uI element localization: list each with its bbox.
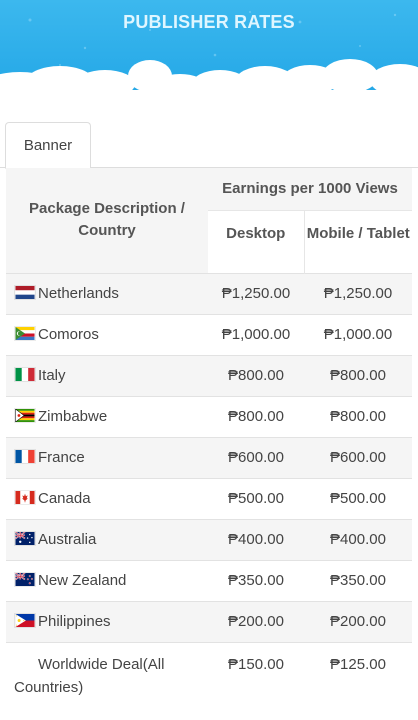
table-row: France ₱600.00 ₱600.00 <box>6 437 412 478</box>
country-name: Netherlands <box>38 285 119 302</box>
desktop-rate: ₱150.00 <box>228 655 284 673</box>
column-header-desktop: Desktop <box>208 209 304 273</box>
column-header-mobile: Mobile / Tablet <box>303 209 412 273</box>
country-name: New Zealand <box>38 572 127 589</box>
canada-flag-icon <box>14 490 36 505</box>
zimbabwe-flag-icon <box>14 408 36 423</box>
rates-table: Package Description / Country Earnings p… <box>6 168 412 700</box>
country-name: Italy <box>38 367 66 384</box>
country-name: France <box>38 449 85 466</box>
table-row: Zimbabwe ₱800.00 ₱800.00 <box>6 396 412 437</box>
table-row: New Zealand ₱350.00 ₱350.00 <box>6 560 412 601</box>
desktop-rate: ₱800.00 <box>228 408 284 425</box>
table-row: Canada ₱500.00 ₱500.00 <box>6 478 412 519</box>
desktop-rate: ₱800.00 <box>228 367 284 384</box>
country-name: Philippines <box>38 613 111 630</box>
desktop-rate: ₱200.00 <box>228 613 284 630</box>
comoros-flag-icon <box>14 326 36 341</box>
table-row: Worldwide Deal(All Countries) ₱150.00 ₱1… <box>6 642 412 700</box>
mobile-rate: ₱800.00 <box>330 408 386 425</box>
country-name: Australia <box>38 531 97 548</box>
mobile-rate: ₱1,000.00 <box>323 326 393 343</box>
column-header-earnings: Earnings per 1000 Views <box>208 168 412 210</box>
country-name: Canada <box>38 490 91 507</box>
mobile-rate: ₱800.00 <box>330 367 386 384</box>
desktop-rate: ₱500.00 <box>228 490 284 507</box>
country-name: Comoros <box>38 326 99 343</box>
italy-flag-icon <box>14 367 36 382</box>
new-zealand-flag-icon <box>14 572 36 587</box>
country-name: Worldwide Deal(All Countries) <box>14 655 165 696</box>
mobile-rate: ₱1,250.00 <box>323 285 393 302</box>
table-row: Italy ₱800.00 ₱800.00 <box>6 355 412 396</box>
mobile-rate: ₱350.00 <box>330 572 386 589</box>
desktop-rate: ₱350.00 <box>228 572 284 589</box>
france-flag-icon <box>14 449 36 464</box>
desktop-rate: ₱400.00 <box>228 531 284 548</box>
netherlands-flag-icon <box>14 285 36 300</box>
mobile-rate: ₱125.00 <box>330 655 386 673</box>
australia-flag-icon <box>14 531 36 546</box>
philippines-flag-icon <box>14 613 36 628</box>
tab-banner[interactable]: Banner <box>5 122 91 169</box>
tab-bar: Banner <box>0 122 418 169</box>
table-row: Netherlands ₱1,250.00 ₱1,250.00 <box>6 273 412 314</box>
column-header-package: Package Description / Country <box>6 168 208 273</box>
page-header: PUBLISHER RATES <box>0 0 418 100</box>
page-title: PUBLISHER RATES <box>123 12 295 32</box>
country-name: Zimbabwe <box>38 408 108 425</box>
mobile-rate: ₱400.00 <box>330 531 386 548</box>
desktop-rate: ₱1,000.00 <box>221 326 291 343</box>
table-row: Australia ₱400.00 ₱400.00 <box>6 519 412 560</box>
desktop-rate: ₱1,250.00 <box>221 285 291 302</box>
desktop-rate: ₱600.00 <box>228 449 284 466</box>
mobile-rate: ₱600.00 <box>330 449 386 466</box>
table-row: Comoros ₱1,000.00 ₱1,000.00 <box>6 314 412 355</box>
table-row: Philippines ₱200.00 ₱200.00 <box>6 601 412 642</box>
mobile-rate: ₱200.00 <box>330 613 386 630</box>
mobile-rate: ₱500.00 <box>330 490 386 507</box>
